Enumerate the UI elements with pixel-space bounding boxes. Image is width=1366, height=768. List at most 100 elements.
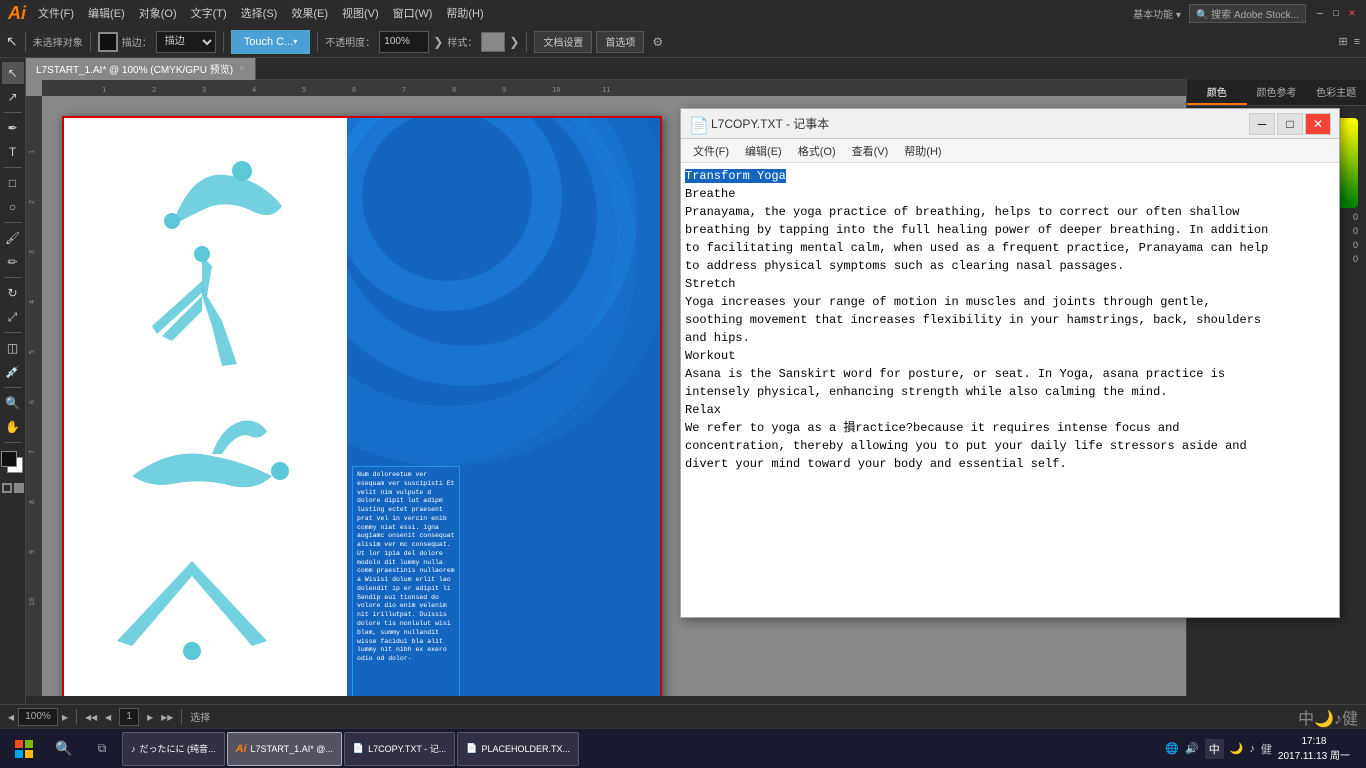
zoom-input[interactable] <box>18 708 58 726</box>
color-theme-tab[interactable]: 色彩主题 <box>1306 80 1366 105</box>
type-tool-btn[interactable]: T <box>2 141 24 163</box>
style-swatch[interactable] <box>481 32 505 52</box>
pen-tool-btn[interactable]: ✒ <box>2 117 24 139</box>
menu-select[interactable]: 选择(S) <box>241 5 278 21</box>
stroke-toggle[interactable] <box>2 483 12 493</box>
notepad-line-5: to address physical symptoms such as cle… <box>685 259 1124 273</box>
svg-text:4: 4 <box>28 300 36 304</box>
show-desktop-btn[interactable] <box>1356 731 1362 767</box>
pencil-tool-btn[interactable]: ✏ <box>2 251 24 273</box>
fg-color-swatch[interactable] <box>1 451 17 467</box>
opacity-input[interactable] <box>379 31 429 53</box>
brush-tool-btn[interactable]: 🖌 <box>2 227 24 249</box>
rotate-tool-btn[interactable]: ↻ <box>2 282 24 304</box>
none-toggle[interactable] <box>14 483 24 493</box>
taskbar-search-btn[interactable]: 🔍 <box>46 731 82 767</box>
np-menu-view[interactable]: 查看(V) <box>844 141 897 161</box>
np-menu-help[interactable]: 帮助(H) <box>896 141 949 161</box>
prev-page-btn[interactable]: ◂◂ <box>85 710 97 724</box>
tool-sep-4 <box>4 277 22 278</box>
eyedropper-tool-btn[interactable]: 💉 <box>2 361 24 383</box>
svg-text:8: 8 <box>28 500 36 504</box>
touch-button[interactable]: Touch C... ▾ <box>231 30 311 54</box>
opacity-chevron[interactable]: ❯ <box>433 35 443 49</box>
clock-date: 2017.11.13 周一 <box>1278 747 1350 762</box>
page-next-btn[interactable]: ▸ <box>147 710 153 724</box>
menu-text[interactable]: 文字(T) <box>191 5 227 21</box>
direct-select-btn[interactable]: ↗ <box>2 86 24 108</box>
app-restore-btn[interactable]: □ <box>1330 7 1342 19</box>
fill-swatch[interactable] <box>98 32 118 52</box>
notepad-maximize-btn[interactable]: □ <box>1277 113 1303 135</box>
menu-object[interactable]: 对象(O) <box>139 5 177 21</box>
vertical-ruler: 1 2 3 4 5 6 7 8 9 10 <box>26 96 42 696</box>
health-icon[interactable]: 健 <box>1261 741 1272 757</box>
lorem-text-box[interactable]: Num doloreetum ver esequam ver suscipist… <box>352 466 460 696</box>
touch-label: Touch C... <box>244 36 294 48</box>
menu-view[interactable]: 视图(V) <box>342 5 379 21</box>
network-icon[interactable]: 🌐 <box>1165 742 1179 755</box>
preferences-btn[interactable]: 首选项 <box>596 31 644 53</box>
toolbar-options-btn[interactable]: ⚙ <box>652 35 663 49</box>
notepad-minimize-btn[interactable]: ─ <box>1249 113 1275 135</box>
menu-file[interactable]: 文件(F) <box>38 5 74 21</box>
doc-tab-active[interactable]: L7START_1.AI* @ 100% (CMYK/GPU 预览) × <box>26 58 256 80</box>
gradient-tool-btn[interactable]: ◫ <box>2 337 24 359</box>
svg-text:5: 5 <box>302 86 306 94</box>
ellipse-tool-btn[interactable]: ○ <box>2 196 24 218</box>
svg-text:1: 1 <box>28 150 36 154</box>
taskbar-notepad-app[interactable]: 📄 L7COPY.TXT - 记... <box>344 732 455 766</box>
menu-window[interactable]: 窗口(W) <box>393 5 433 21</box>
color-tab[interactable]: 颜色 <box>1187 80 1247 105</box>
document-canvas[interactable]: Num doloreetum ver esequam ver suscipist… <box>62 116 662 696</box>
np-menu-format[interactable]: 格式(O) <box>790 141 844 161</box>
notepad-text-area[interactable]: Transform Yoga Breathe Pranayama, the yo… <box>681 163 1339 617</box>
music-icon[interactable]: ♪ <box>1249 743 1255 755</box>
ime-indicator[interactable]: 中🌙♪健 <box>1298 705 1358 729</box>
system-clock[interactable]: 17:18 2017.11.13 周一 <box>1278 736 1350 762</box>
stroke-selector[interactable]: 描边 <box>156 31 216 53</box>
right-panel-tabs: 颜色 颜色参考 色彩主题 <box>1187 80 1366 106</box>
app-minimize-btn[interactable]: ─ <box>1314 7 1326 19</box>
style-chevron[interactable]: ❯ <box>509 35 519 49</box>
menu-help[interactable]: 帮助(H) <box>446 5 483 21</box>
zoom-out-btn[interactable]: ◂ <box>8 710 14 724</box>
taskbar-music-app[interactable]: ♪ だったにに (纯音... <box>122 732 225 766</box>
scale-tool-btn[interactable]: ⤢ <box>2 306 24 328</box>
np-menu-file[interactable]: 文件(F) <box>685 141 737 161</box>
start-button[interactable] <box>4 731 44 767</box>
zoom-tool-btn[interactable]: 🔍 <box>2 392 24 414</box>
page-input[interactable] <box>119 708 139 726</box>
moon-icon[interactable]: 🌙 <box>1230 742 1244 755</box>
notepad-close-btn[interactable]: ✕ <box>1305 113 1331 135</box>
ime-button[interactable]: 中 <box>1205 739 1224 759</box>
rect-tool-btn[interactable]: □ <box>2 172 24 194</box>
illustrator-app-label: L7START_1.AI* @... <box>251 744 333 754</box>
volume-icon[interactable]: 🔊 <box>1185 742 1199 755</box>
color-swatches[interactable] <box>1 451 25 479</box>
svg-text:9: 9 <box>502 86 506 94</box>
opacity-label: 不透明度： <box>325 34 375 49</box>
select-tool-btn[interactable]: ↖ <box>2 62 24 84</box>
more-icon[interactable]: ≡ <box>1354 36 1360 48</box>
page-prev-btn[interactable]: ◂ <box>105 710 111 724</box>
doc-settings-btn[interactable]: 文档设置 <box>534 31 592 53</box>
search-stock-btn[interactable]: 🔍 搜索 Adobe Stock... <box>1189 4 1306 23</box>
clock-time: 17:18 <box>1278 736 1350 747</box>
select-tool-icon[interactable]: ↖ <box>6 33 18 50</box>
last-page-btn[interactable]: ▸▸ <box>161 710 173 724</box>
task-view-btn[interactable]: ⧉ <box>84 731 120 767</box>
taskbar-placeholder-app[interactable]: 📄 PLACEHOLDER.TX... <box>457 732 579 766</box>
hand-tool-btn[interactable]: ✋ <box>2 416 24 438</box>
taskbar-illustrator-app[interactable]: Ai L7START_1.AI* @... <box>227 732 342 766</box>
zoom-in-btn[interactable]: ▸ <box>62 710 68 724</box>
menu-edit[interactable]: 编辑(E) <box>88 5 125 21</box>
color-ref-tab[interactable]: 颜色参考 <box>1247 80 1307 105</box>
taskbar: 🔍 ⧉ ♪ だったにに (纯音... Ai L7START_1.AI* @...… <box>0 728 1366 768</box>
doc-tab-close-btn[interactable]: × <box>239 63 245 74</box>
arrange-icon[interactable]: ⊞ <box>1338 35 1347 48</box>
menu-effect[interactable]: 效果(E) <box>291 5 328 21</box>
app-close-btn[interactable]: ✕ <box>1346 7 1358 19</box>
illustrator-status-bar: ◂ ▸ ◂◂ ◂ ▸ ▸▸ 选择 中🌙♪健 <box>0 704 1366 728</box>
np-menu-edit[interactable]: 编辑(E) <box>737 141 790 161</box>
